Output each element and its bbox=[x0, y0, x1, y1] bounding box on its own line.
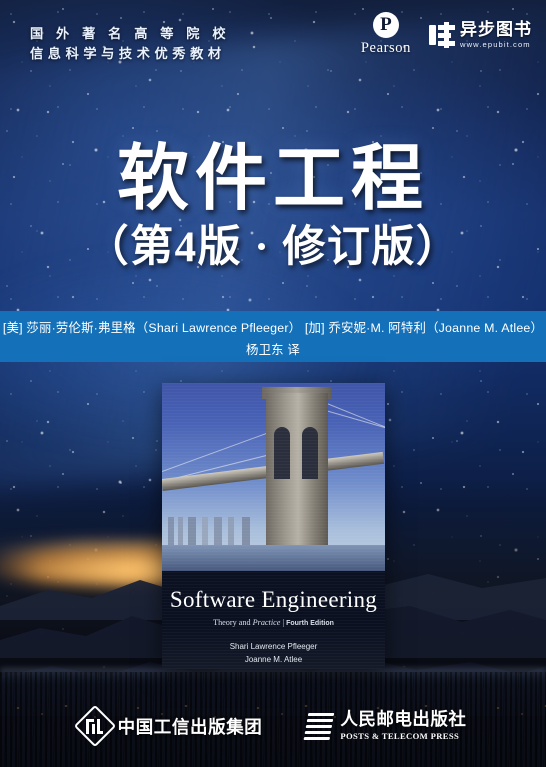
original-cover-thumbnail: Software Engineering Theory and Practice… bbox=[162, 383, 385, 669]
posts-telecom-icon bbox=[303, 711, 335, 741]
book-edition: （第4版 · 修订版） bbox=[85, 224, 461, 271]
epubit-logo: 异步图书 www.epubit.com bbox=[429, 21, 532, 49]
publisher-2-text: 人民邮电出版社 POSTS & TELECOM PRESS bbox=[340, 711, 466, 740]
book-cover: 国 外 著 名 高 等 院 校 信息科学与技术优秀教材 P Pearson 异步… bbox=[0, 0, 546, 767]
river-water bbox=[162, 545, 385, 571]
epubit-cn-name: 异步图书 bbox=[460, 19, 532, 39]
epubit-url: www.epubit.com bbox=[460, 39, 531, 49]
publisher-2-name-en: POSTS & TELECOM PRESS bbox=[340, 730, 460, 741]
brooklyn-bridge-photo bbox=[162, 383, 385, 571]
original-cover-text-area: Software Engineering Theory and Practice… bbox=[162, 571, 385, 669]
series-label: 国 外 著 名 高 等 院 校 信息科学与技术优秀教材 bbox=[30, 24, 230, 64]
epubit-e-icon bbox=[429, 21, 455, 48]
original-author-1: Shari Lawrence Pfleeger bbox=[229, 642, 318, 651]
pearson-logo: P Pearson bbox=[361, 12, 411, 57]
original-authors: Shari Lawrence Pfleeger Joanne M. Atlee bbox=[162, 640, 385, 666]
pearson-wordmark: Pearson bbox=[360, 40, 411, 56]
publisher-1-name: 中国工信出版集团 bbox=[117, 716, 263, 737]
original-title: Software Engineering bbox=[169, 587, 378, 612]
publisher-logos-bottom: 中国工信出版集团 人民邮电出版社 POSTS & TELECOM PRESS bbox=[0, 700, 546, 752]
publisher-2-name-cn: 人民邮电出版社 bbox=[340, 709, 467, 730]
translator-name: 杨卫东 译 bbox=[245, 343, 300, 357]
publisher-logos-top: P Pearson 异步图书 www.epubit.com bbox=[361, 12, 532, 57]
pearson-p-icon: P bbox=[372, 12, 399, 38]
original-subtitle-edition: Fourth Edition bbox=[286, 620, 334, 627]
epubit-text: 异步图书 www.epubit.com bbox=[460, 21, 532, 49]
book-title: 软件工程 bbox=[116, 139, 429, 219]
series-label-line1: 国 外 著 名 高 等 院 校 bbox=[30, 26, 231, 41]
original-subtitle-practice: Practice bbox=[252, 618, 281, 627]
original-subtitle: Theory and Practice | Fourth Edition bbox=[162, 618, 385, 627]
posts-telecom-press: 人民邮电出版社 POSTS & TELECOM PRESS bbox=[303, 711, 466, 741]
original-subtitle-theory: Theory and bbox=[213, 618, 253, 627]
author-names: [美] 莎丽·劳伦斯·弗里格（Shari Lawrence Pfleeger） … bbox=[2, 321, 544, 335]
original-author-2: Joanne M. Atlee bbox=[244, 655, 303, 664]
pearson-mark-letter: P bbox=[380, 13, 392, 35]
cn-industry-publishing-group: 中国工信出版集团 bbox=[73, 704, 263, 748]
series-label-line2: 信息科学与技术优秀教材 bbox=[30, 46, 226, 61]
author-band: [美] 莎丽·劳伦斯·弗里格（Shari Lawrence Pfleeger） … bbox=[0, 311, 546, 362]
industry-group-icon bbox=[73, 704, 116, 748]
